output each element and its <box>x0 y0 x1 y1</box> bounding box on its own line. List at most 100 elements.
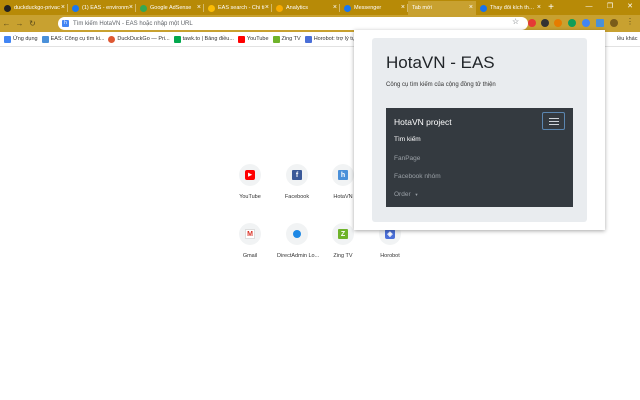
caret-down-icon: ▼ <box>414 192 419 197</box>
zingtv-icon <box>272 35 280 43</box>
tab-title: Analytics <box>286 5 309 11</box>
shortcut-tile <box>286 223 308 245</box>
bookmark-label: tawk.to | Bảng điều... <box>182 36 234 42</box>
shortcut-gmail[interactable]: M Gmail <box>230 223 270 259</box>
close-icon[interactable]: × <box>129 4 133 11</box>
extension-icon[interactable] <box>554 19 562 27</box>
maximize-button[interactable]: ❐ <box>600 0 620 14</box>
minimize-button[interactable]: — <box>579 0 599 14</box>
analytics-icon <box>276 4 283 12</box>
tab-3[interactable]: EAS search - Chi ti × <box>204 1 272 15</box>
horobot-icon <box>304 35 312 43</box>
bookmark-star-icon[interactable]: ☆ <box>512 17 519 26</box>
tab-title: Google AdSense <box>150 5 192 11</box>
tab-strip: duckduckgo-privac × (1) EAS - environm × G… <box>0 0 640 15</box>
popup-navbar: HotaVN project Tìm kiếm FanPage Facebook… <box>386 108 573 207</box>
hotavn-icon: h <box>338 170 348 180</box>
close-icon[interactable]: × <box>469 4 473 11</box>
omnibox-placeholder: Tìm kiếm HotaVN - EAS hoặc nhập một URL <box>73 20 193 27</box>
other-bookmarks[interactable]: lều khác <box>617 36 638 42</box>
popup-subtitle: Công cụ tìm kiếm của cộng đồng tử thiện <box>386 82 496 88</box>
bookmark-horobot[interactable]: Horobot: trợ lý tự đ <box>304 35 360 43</box>
tab-4[interactable]: Analytics × <box>272 1 340 15</box>
extension-icon[interactable] <box>541 19 549 27</box>
extension-icon[interactable] <box>528 19 536 27</box>
shortcut-label: Gmail <box>242 253 258 259</box>
tab-6[interactable]: Tab mới × <box>408 1 476 15</box>
tab-title: Messenger <box>354 5 382 11</box>
nav-dropdown-order[interactable]: Order ▼ <box>394 191 418 198</box>
extension-icon[interactable] <box>582 19 590 27</box>
bookmark-tawk[interactable]: tawk.to | Bảng điều... <box>173 35 234 43</box>
avatar[interactable] <box>610 19 618 27</box>
navbar-brand[interactable]: HotaVN project <box>394 117 452 127</box>
shortcut-youtube[interactable]: ▶ YouTube <box>230 164 270 200</box>
tab-0[interactable]: duckduckgo-privac × <box>0 1 68 15</box>
bookmark-duckduckgo[interactable]: DuckDuckGo — Pri... <box>108 35 170 43</box>
shortcut-label: DirectAdmin Lo... <box>277 253 320 259</box>
duckduckgo-icon <box>108 35 116 43</box>
popup-title: HotaVN - EAS <box>386 53 495 72</box>
gmail-icon: M <box>245 229 255 239</box>
bookmark-label: DuckDuckGo — Pri... <box>117 36 170 42</box>
close-window-button[interactable]: ✕ <box>620 0 640 14</box>
bookmark-label: EAS: Công cụ tìm ki... <box>50 36 105 42</box>
shortcut-label: Zing TV <box>333 253 353 259</box>
tab-7[interactable]: Thay đổi kích thước × <box>476 1 544 15</box>
omnibox[interactable]: h Tìm kiếm HotaVN - EAS hoặc nhập một UR… <box>58 17 528 30</box>
tab-title: Thay đổi kích thước <box>490 5 538 11</box>
directadmin-icon <box>293 230 301 238</box>
new-tab-button[interactable]: + <box>544 1 558 15</box>
close-icon[interactable]: × <box>333 4 337 11</box>
tab-5[interactable]: Messenger × <box>340 1 408 15</box>
tab-title: (1) EAS - environm <box>82 5 129 11</box>
horobot-icon: ◈ <box>385 229 395 239</box>
close-icon[interactable]: × <box>265 4 269 11</box>
tab-2[interactable]: Google AdSense × <box>136 1 204 15</box>
bookmark-apps[interactable]: Ứng dụng <box>4 35 38 43</box>
tab-title: Tab mới <box>412 5 432 11</box>
back-icon[interactable]: ← <box>0 19 13 28</box>
adsense-icon <box>140 4 147 12</box>
shortcut-directadmin[interactable]: DirectAdmin Lo... <box>277 223 320 259</box>
shortcut-label: YouTube <box>239 194 261 200</box>
tab-1[interactable]: (1) EAS - environm × <box>68 1 136 15</box>
shortcut-facebook[interactable]: f Facebook <box>277 164 317 200</box>
forward-icon[interactable]: → <box>13 19 26 28</box>
shortcut-tile: f <box>286 164 308 186</box>
navbar-toggler-button[interactable] <box>542 112 565 130</box>
bookmark-youtube[interactable]: YouTube <box>237 35 269 43</box>
shortcut-label: Facebook <box>284 194 310 200</box>
nav-link-facebook-group[interactable]: Facebook nhóm <box>394 173 441 180</box>
menu-icon[interactable]: ⋮ <box>626 18 634 26</box>
extension-icon[interactable] <box>568 19 576 27</box>
close-icon[interactable]: × <box>197 4 201 11</box>
eas-icon <box>208 4 215 12</box>
tab-title: duckduckgo-privac <box>14 5 60 11</box>
close-icon[interactable]: × <box>61 4 65 11</box>
facebook-icon: f <box>292 170 302 180</box>
bookmark-label: YouTube <box>246 36 269 42</box>
shortcut-label: Horobot <box>380 253 400 259</box>
reload-icon[interactable]: ↻ <box>26 19 39 28</box>
youtube-icon <box>237 35 245 43</box>
nav-link-search[interactable]: Tìm kiếm <box>394 136 421 143</box>
popup-jumbotron: HotaVN - EAS Công cụ tìm kiếm của cộng đ… <box>372 38 587 222</box>
resize-icon <box>480 4 487 12</box>
nav-link-fanpage[interactable]: FanPage <box>394 155 420 162</box>
close-icon[interactable]: × <box>537 4 541 11</box>
bookmark-zingtv[interactable]: Zing TV <box>272 35 301 43</box>
apps-icon <box>4 35 11 43</box>
shortcut-tile: Z <box>332 223 354 245</box>
messenger-icon <box>344 4 351 12</box>
shortcut-tile: h <box>332 164 354 186</box>
search-engine-icon: h <box>62 20 69 27</box>
extension-popup: HotaVN - EAS Công cụ tìm kiếm của cộng đ… <box>354 30 605 230</box>
bookmark-eas[interactable]: EAS: Công cụ tìm ki... <box>41 35 105 43</box>
extension-icon[interactable] <box>596 19 604 27</box>
youtube-icon: ▶ <box>245 170 255 180</box>
close-icon[interactable]: × <box>401 4 405 11</box>
duckduckgo-icon <box>4 4 11 12</box>
facebook-icon <box>72 4 79 12</box>
bookmark-label: Zing TV <box>281 36 301 42</box>
